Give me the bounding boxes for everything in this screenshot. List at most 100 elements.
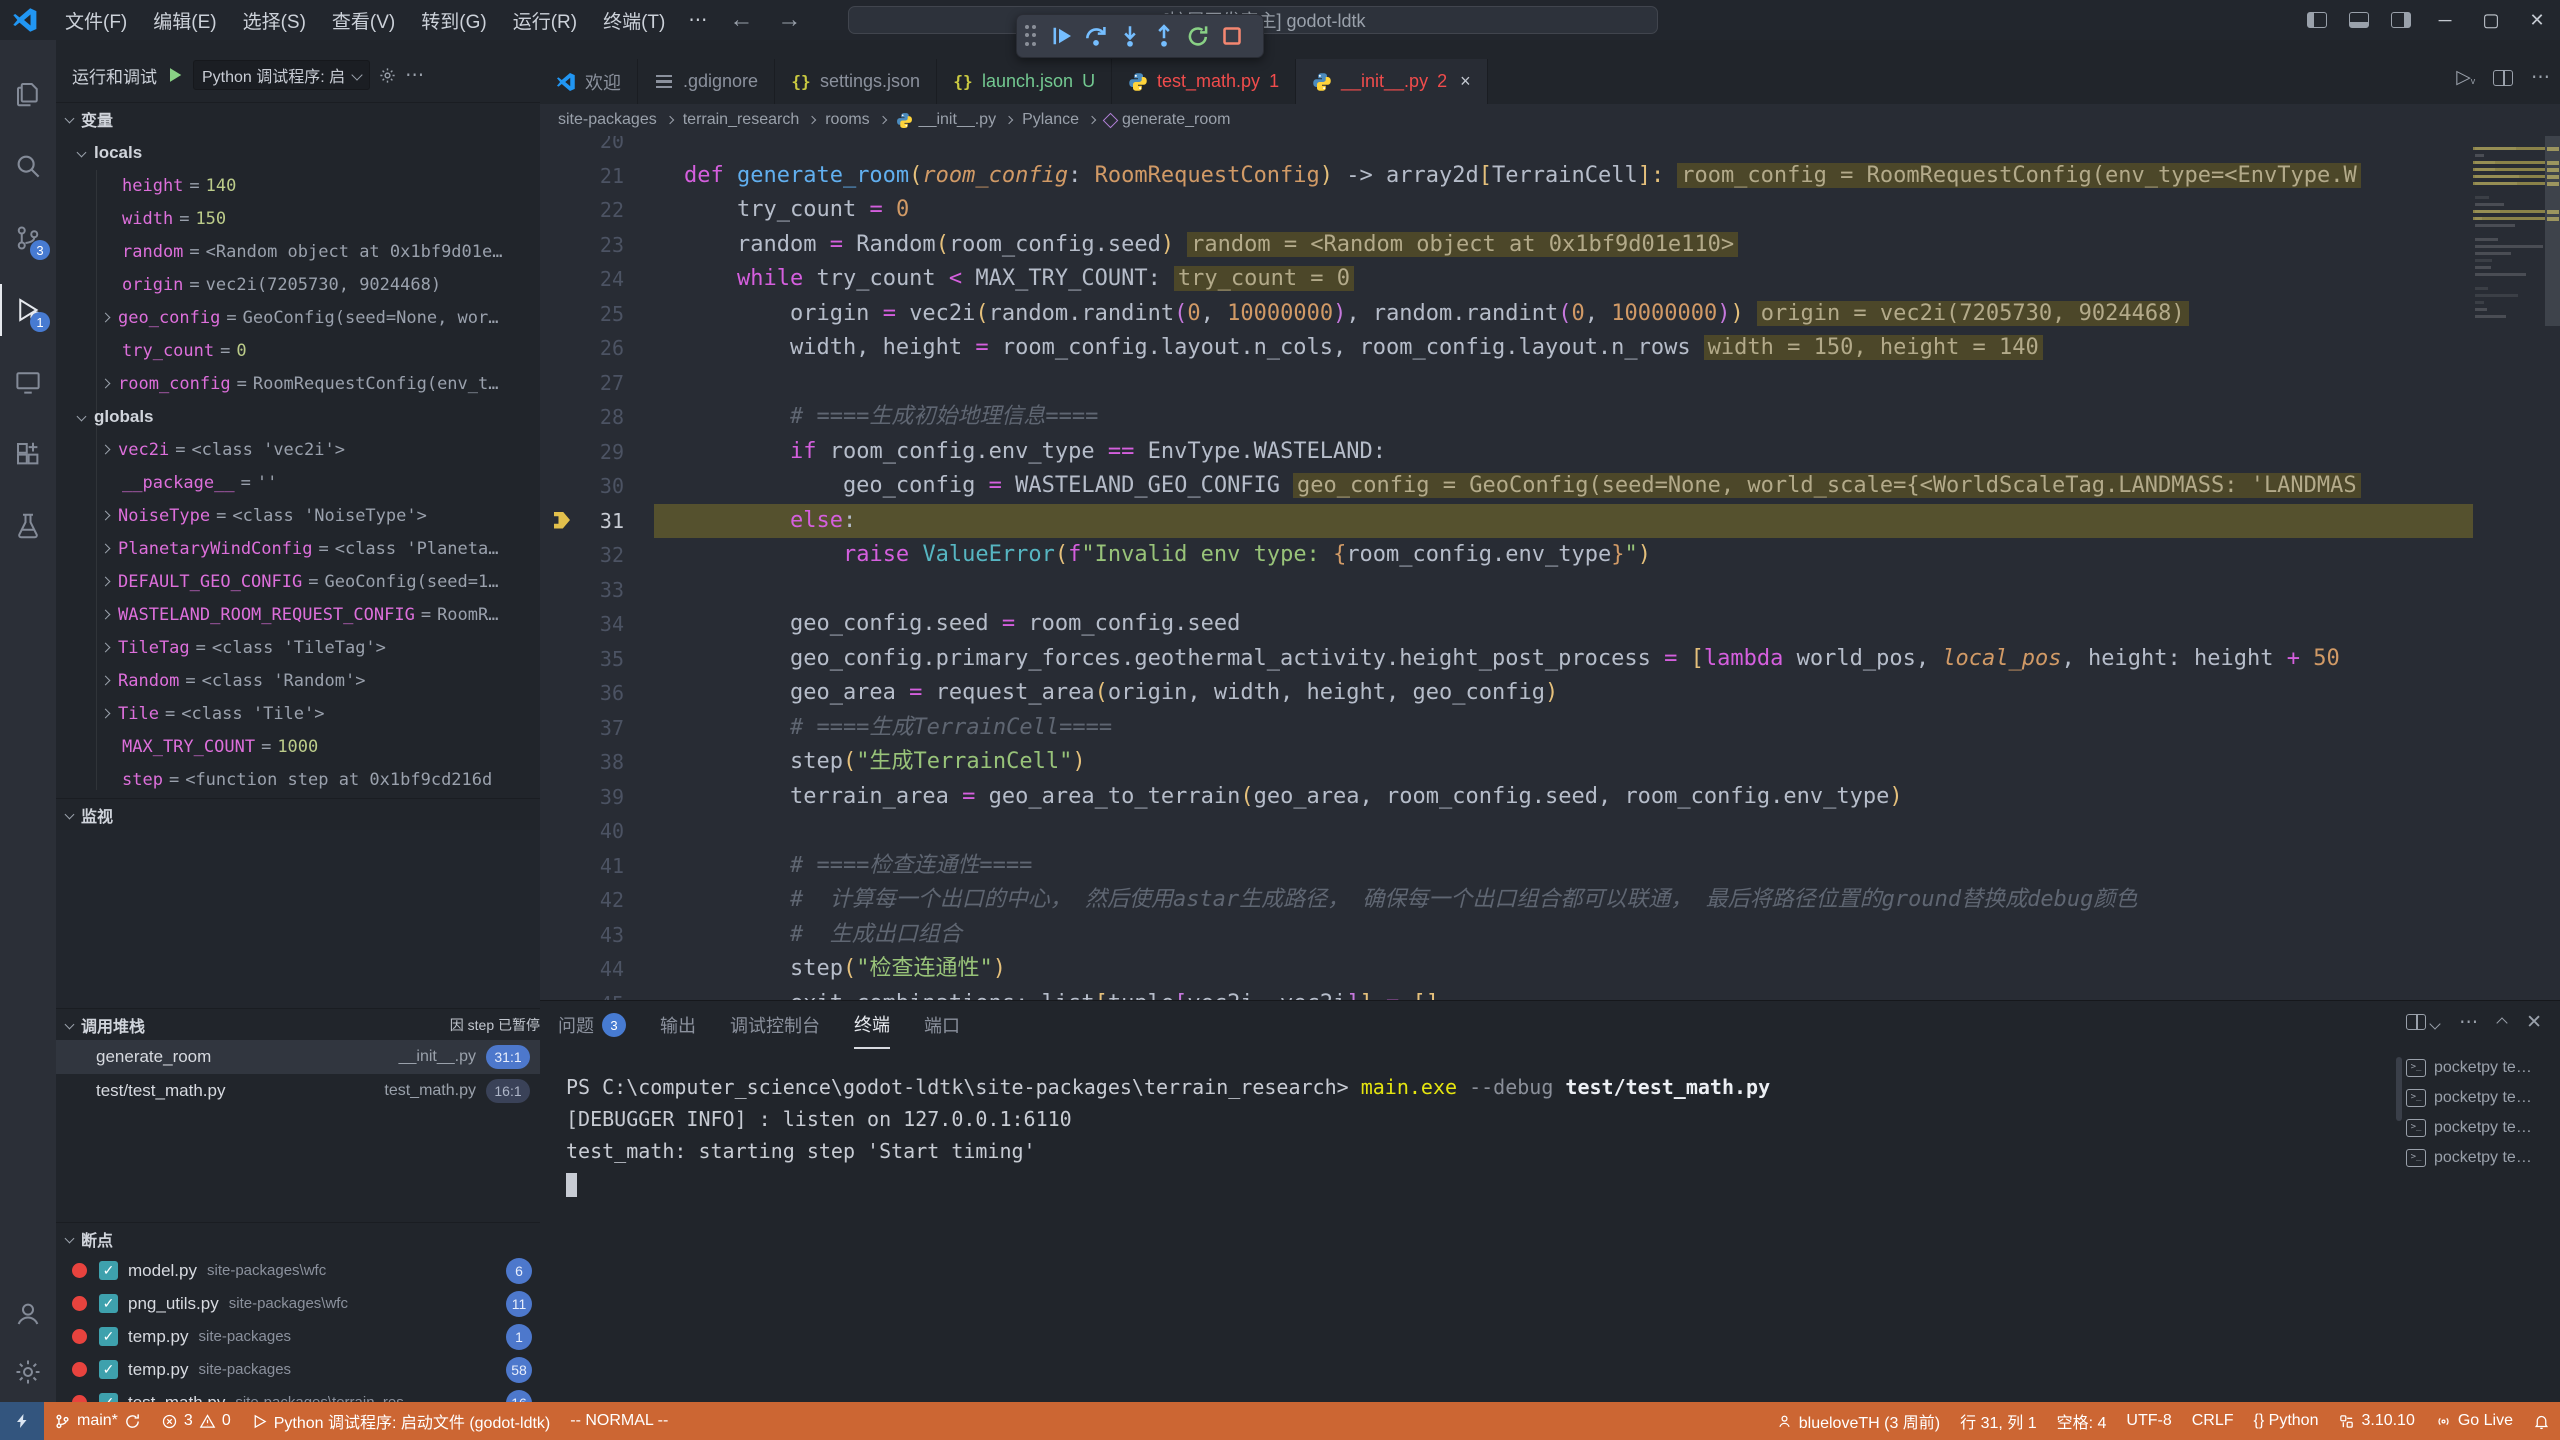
code-line-45[interactable]: 45 exit_combinations: list[tuple[vec2i, … (540, 987, 2560, 1001)
watch-section-header[interactable]: 监视 (56, 798, 540, 830)
callstack-section-header[interactable]: 调用堆栈因 step 已暂停 (56, 1008, 540, 1040)
terminal-output[interactable]: PS C:\computer_science\godot-ldtk\site-p… (566, 1071, 2386, 1199)
variable-row[interactable]: room_config=RoomRequestConfig(env_t… (56, 367, 540, 400)
variable-row[interactable]: Tile=<class 'Tile'> (56, 697, 540, 730)
git-branch-item[interactable]: main* (44, 1402, 151, 1440)
toggle-sidebar-icon[interactable] (2307, 12, 2327, 28)
variable-row[interactable]: NoiseType=<class 'NoiseType'> (56, 499, 540, 532)
breadcrumb-item[interactable]: __init__.py (896, 111, 996, 129)
toggle-panel-icon[interactable] (2349, 12, 2369, 28)
python-version-item[interactable]: 3.10.10 (2328, 1402, 2424, 1440)
maximize-button[interactable]: ▢ (2468, 0, 2514, 40)
code-line-40[interactable]: 40 (540, 814, 2560, 849)
remote-indicator[interactable] (0, 1402, 44, 1440)
tab-launchjson[interactable]: {}launch.jsonU (937, 59, 1112, 104)
step-over-button[interactable] (1081, 21, 1111, 51)
terminal-session-item[interactable]: >_pocketpy te… (2406, 1053, 2556, 1083)
breakpoint-checkbox[interactable]: ✓ (99, 1327, 118, 1346)
menu-item-t[interactable]: 终端(T) (590, 3, 678, 38)
tab-close-icon[interactable]: × (1460, 71, 1471, 92)
callstack-frame[interactable]: test/test_math.pytest_math.py16:1 (56, 1074, 540, 1108)
variable-row[interactable]: step=<function step at 0x1bf9cd216d (56, 763, 540, 796)
breakpoint-row[interactable]: ✓png_utils.pysite-packages\wfc11 (56, 1287, 540, 1320)
breadcrumb-item[interactable]: terrain_research (683, 111, 800, 129)
scope-locals[interactable]: locals (56, 136, 540, 169)
code-line-32[interactable]: 32 raise ValueError(f"Invalid env type: … (540, 538, 2560, 573)
tab-__init__py[interactable]: __init__.py2× (1296, 59, 1488, 104)
code-area[interactable]: 2021def generate_room(room_config: RoomR… (540, 136, 2560, 1000)
code-line-22[interactable]: 22 try_count = 0 (540, 193, 2560, 228)
problems-item[interactable]: 3 0 (151, 1402, 241, 1440)
code-line-35[interactable]: 35 geo_config.primary_forces.geothermal_… (540, 642, 2560, 677)
step-into-button[interactable] (1115, 21, 1145, 51)
variable-row[interactable]: WASTELAND_ROOM_REQUEST_CONFIG=RoomR… (56, 598, 540, 631)
code-line-38[interactable]: 38 step("生成TerrainCell") (540, 745, 2560, 780)
breakpoint-checkbox[interactable]: ✓ (99, 1294, 118, 1313)
code-line-23[interactable]: 23 random = Random(room_config.seed)rand… (540, 228, 2560, 263)
code-line-25[interactable]: 25 origin = vec2i(random.randint(0, 1000… (540, 297, 2560, 332)
breakpoints-section-header[interactable]: 断点 (56, 1222, 540, 1254)
code-line-28[interactable]: 28 # ====生成初始地理信息==== (540, 400, 2560, 435)
breakpoint-checkbox[interactable]: ✓ (99, 1261, 118, 1280)
indentation-item[interactable]: 空格: 4 (2047, 1402, 2117, 1440)
source-control-icon[interactable]: 3 (0, 212, 56, 264)
explorer-icon[interactable] (0, 68, 56, 120)
code-line-41[interactable]: 41 # ====检查连通性==== (540, 849, 2560, 884)
menu-item-g[interactable]: 转到(G) (408, 3, 499, 38)
panel-tab-问题[interactable]: 问题3 (558, 1001, 626, 1049)
sidebar-more-icon[interactable]: ⋯ (405, 64, 424, 87)
code-line-42[interactable]: 42 # 计算每一个出口的中心， 然后使用astar生成路径， 确保每一个出口组… (540, 883, 2560, 918)
code-line-36[interactable]: 36 geo_area = request_area(origin, width… (540, 676, 2560, 711)
menu-item-e[interactable]: 编辑(E) (140, 3, 229, 38)
breadcrumb-item[interactable]: site-packages (558, 111, 657, 129)
panel-tab-输出[interactable]: 输出 (660, 1001, 696, 1049)
drag-grip-icon[interactable] (1025, 25, 1039, 47)
minimap[interactable] (2473, 136, 2545, 1000)
menu-more[interactable]: ⋯ (678, 5, 717, 36)
panel-tab-调试控制台[interactable]: 调试控制台 (730, 1001, 820, 1049)
breakpoint-row[interactable]: ✓temp.pysite-packages58 (56, 1353, 540, 1386)
terminal-split-icon[interactable] (2406, 1012, 2439, 1034)
variable-row[interactable]: PlanetaryWindConfig=<class 'Planeta… (56, 532, 540, 565)
split-editor-icon[interactable] (2493, 70, 2513, 86)
gitlens-author-item[interactable]: blueloveTH (3 周前) (1766, 1402, 1950, 1440)
menu-item-f[interactable]: 文件(F) (52, 3, 140, 38)
continue-button[interactable] (1047, 21, 1077, 51)
terminal-session-item[interactable]: >_pocketpy te… (2406, 1143, 2556, 1173)
variable-row[interactable]: __package__='' (56, 466, 540, 499)
go-live-item[interactable]: Go Live (2425, 1402, 2523, 1440)
remote-explorer-icon[interactable] (0, 356, 56, 408)
variable-row[interactable]: geo_config=GeoConfig(seed=None, wor… (56, 301, 540, 334)
menu-item-s[interactable]: 选择(S) (230, 3, 319, 38)
breakpoint-checkbox[interactable]: ✓ (99, 1393, 118, 1402)
code-line-20[interactable]: 20 (540, 136, 2560, 159)
code-line-29[interactable]: 29 if room_config.env_type == EnvType.WA… (540, 435, 2560, 470)
debug-config-dropdown[interactable]: Python 调试程序: 启 (193, 60, 370, 90)
panel-more-icon[interactable]: ⋯ (2459, 1011, 2478, 1034)
variable-row[interactable]: try_count=0 (56, 334, 540, 367)
code-line-24[interactable]: 24 while try_count < MAX_TRY_COUNT:try_c… (540, 262, 2560, 297)
variable-row[interactable]: origin=vec2i(7205730, 9024468) (56, 268, 540, 301)
breadcrumb[interactable]: site-packagesterrain_researchrooms__init… (540, 104, 2560, 136)
terminal-session-item[interactable]: >_pocketpy te… (2406, 1083, 2556, 1113)
scrollbar-thumb[interactable] (2545, 136, 2560, 326)
tab-test_mathpy[interactable]: test_math.py1 (1112, 59, 1296, 104)
breadcrumb-item[interactable]: generate_room (1105, 111, 1231, 129)
close-panel-icon[interactable]: ✕ (2526, 1011, 2542, 1034)
scope-globals[interactable]: globals (56, 400, 540, 433)
code-line-21[interactable]: 21def generate_room(room_config: RoomReq… (540, 159, 2560, 194)
variable-row[interactable]: vec2i=<class 'vec2i'> (56, 433, 540, 466)
code-line-31[interactable]: 31 else: (540, 504, 2560, 539)
terminal-session-item[interactable]: >_pocketpy te… (2406, 1113, 2556, 1143)
variable-row[interactable]: DEFAULT_GEO_CONFIG=GeoConfig(seed=1… (56, 565, 540, 598)
code-line-37[interactable]: 37 # ====生成TerrainCell==== (540, 711, 2560, 746)
code-line-34[interactable]: 34 geo_config.seed = room_config.seed (540, 607, 2560, 642)
menu-item-r[interactable]: 运行(R) (500, 3, 590, 38)
tab-[interactable]: 欢迎 (540, 59, 638, 104)
variable-row[interactable]: MAX_TRY_COUNT=1000 (56, 730, 540, 763)
nav-forward-icon[interactable]: → (765, 6, 813, 34)
callstack-frame[interactable]: generate_room__init__.py31:1 (56, 1040, 540, 1074)
start-debug-icon[interactable] (165, 65, 185, 85)
breakpoint-checkbox[interactable]: ✓ (99, 1360, 118, 1379)
code-line-33[interactable]: 33 (540, 573, 2560, 608)
